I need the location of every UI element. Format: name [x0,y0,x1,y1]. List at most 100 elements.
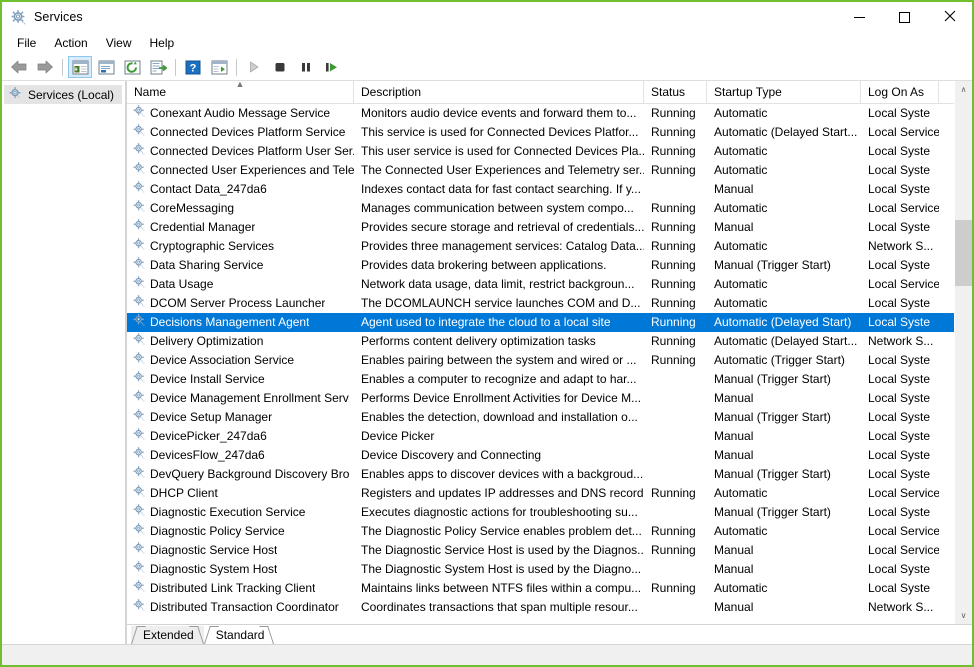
scrollbar-thumb[interactable] [955,220,972,287]
forward-arrow-icon[interactable] [33,56,57,78]
table-row[interactable]: Connected Devices Platform Service This s… [127,123,954,142]
tab-extended[interactable]: Extended [131,626,204,644]
pause-service-icon[interactable] [294,56,318,78]
service-gear-icon [132,294,146,314]
tab-standard[interactable]: Standard [203,626,275,644]
tree-node-services-local[interactable]: Services (Local) [4,85,122,104]
column-header-status[interactable]: Status [644,81,707,103]
scrollbar-track[interactable] [955,98,972,607]
service-name-label: Device Association Service [150,353,295,367]
menu-view[interactable]: View [97,33,141,53]
cell-name: Distributed Link Tracking Client [127,579,354,599]
column-header-startup-type[interactable]: Startup Type [707,81,861,103]
cell-log-on-as: Local Syste [868,106,931,120]
table-row[interactable]: Contact Data_247da6 Indexes contact data … [127,180,954,199]
table-row[interactable]: DHCP Client Registers and updates IP addr… [127,484,954,503]
view-tabs: Extended Standard [127,624,972,644]
toolbar-separator [175,58,176,76]
minimize-button[interactable] [837,2,882,32]
vertical-scrollbar[interactable]: ∧ ∨ [954,81,972,624]
cell-status: Running [651,163,696,177]
table-row[interactable]: Credential Manager Provides secure storag… [127,218,954,237]
table-row[interactable]: Diagnostic System Host The Diagnostic Sys… [127,560,954,579]
table-row[interactable]: Distributed Transaction Coordinator Coord… [127,598,954,617]
cell-startup-type: Manual (Trigger Start) [714,258,831,272]
cell-startup-type: Manual [714,220,754,234]
cell-name: Data Usage [127,275,354,295]
service-gear-icon [132,104,146,124]
cell-startup-type: Automatic (Delayed Start... [714,125,858,139]
service-name-label: DevQuery Background Discovery Bro [150,467,350,481]
service-gear-icon [132,484,146,504]
table-row[interactable]: Data Sharing Service Provides data broker… [127,256,954,275]
table-row[interactable]: Distributed Link Tracking Client Maintain… [127,579,954,598]
maximize-icon [899,11,910,23]
table-row[interactable]: Diagnostic Policy Service The Diagnostic … [127,522,954,541]
table-row[interactable]: Decisions Management Agent Agent used to … [127,313,954,332]
column-header-description[interactable]: Description [354,81,644,103]
export-list-icon[interactable] [146,56,170,78]
table-row[interactable]: Diagnostic Execution Service Executes dia… [127,503,954,522]
service-name-label: DevicePicker_247da6 [150,429,267,443]
table-row[interactable]: Data Usage Network data usage, data limit… [127,275,954,294]
show-action-pane-icon[interactable] [207,56,231,78]
cell-name: Credential Manager [127,218,354,238]
list-area: Name ▲ Description Status Startup Type L… [127,81,972,624]
cell-log-on-as: Local Syste [868,505,931,519]
properties-icon[interactable] [94,56,118,78]
close-icon [944,10,956,25]
cell-log-on-as: Local Service [868,125,939,139]
tab-standard-label: Standard [215,628,265,642]
service-name-label: Decisions Management Agent [150,315,310,329]
cell-status: Running [651,315,696,329]
cell-status: Running [651,125,696,139]
back-arrow-icon[interactable] [7,56,31,78]
scroll-down-button[interactable]: ∨ [955,607,972,624]
menu-action[interactable]: Action [45,33,96,53]
cell-log-on-as: Local Syste [868,410,931,424]
column-header-description-label: Description [361,85,422,99]
service-name-label: Device Install Service [150,372,265,386]
table-row[interactable]: Cryptographic Services Provides three man… [127,237,954,256]
cell-name: Conexant Audio Message Service [127,104,354,124]
table-row[interactable]: DCOM Server Process Launcher The DCOMLAUN… [127,294,954,313]
stop-service-icon[interactable] [268,56,292,78]
scroll-up-button[interactable]: ∧ [955,81,972,98]
refresh-icon[interactable] [120,56,144,78]
close-button[interactable] [927,2,972,32]
cell-description: This service is used for Connected Devic… [361,125,639,139]
cell-description: Network data usage, data limit, restrict… [361,277,635,291]
help-icon[interactable]: ? [181,56,205,78]
list-main: Name ▲ Description Status Startup Type L… [127,81,954,624]
table-row[interactable]: Device Setup Manager Enables the detectio… [127,408,954,427]
cell-startup-type: Automatic [714,296,768,310]
cell-description: The DCOMLAUNCH service launches COM and … [361,296,641,310]
cell-startup-type: Automatic (Trigger Start) [714,353,845,367]
table-row[interactable]: Diagnostic Service Host The Diagnostic Se… [127,541,954,560]
table-row[interactable]: Conexant Audio Message Service Monitors a… [127,104,954,123]
service-name-label: Diagnostic Service Host [150,543,278,557]
table-row[interactable]: CoreMessaging Manages communication betwe… [127,199,954,218]
table-row[interactable]: Connected User Experiences and Tele... Th… [127,161,954,180]
svg-text:?: ? [190,62,197,74]
table-row[interactable]: DevicePicker_247da6 Device Picker Manual Lo… [127,427,954,446]
cell-startup-type: Manual (Trigger Start) [714,410,831,424]
restart-service-icon[interactable] [320,56,344,78]
column-header-name[interactable]: Name ▲ [127,81,354,103]
table-row[interactable]: DevQuery Background Discovery Bro Enables… [127,465,954,484]
table-row[interactable]: Connected Devices Platform User Ser... Th… [127,142,954,161]
table-row[interactable]: Delivery Optimization Performs content de… [127,332,954,351]
menu-help[interactable]: Help [141,33,184,53]
service-name-label: Diagnostic System Host [150,562,278,576]
start-service-icon[interactable] [242,56,266,78]
table-row[interactable]: Device Association Service Enables pairin… [127,351,954,370]
service-gear-icon [132,598,146,618]
maximize-button[interactable] [882,2,927,32]
menu-file[interactable]: File [8,33,45,53]
content-area: Services (Local) Name ▲ Description Stat… [2,81,972,644]
column-header-log-on-as[interactable]: Log On As [861,81,939,103]
table-row[interactable]: DevicesFlow_247da6 Device Discovery and C… [127,446,954,465]
table-row[interactable]: Device Install Service Enables a computer… [127,370,954,389]
table-row[interactable]: Device Management Enrollment Serv Perform… [127,389,954,408]
show-hide-console-tree-icon[interactable] [68,56,92,78]
